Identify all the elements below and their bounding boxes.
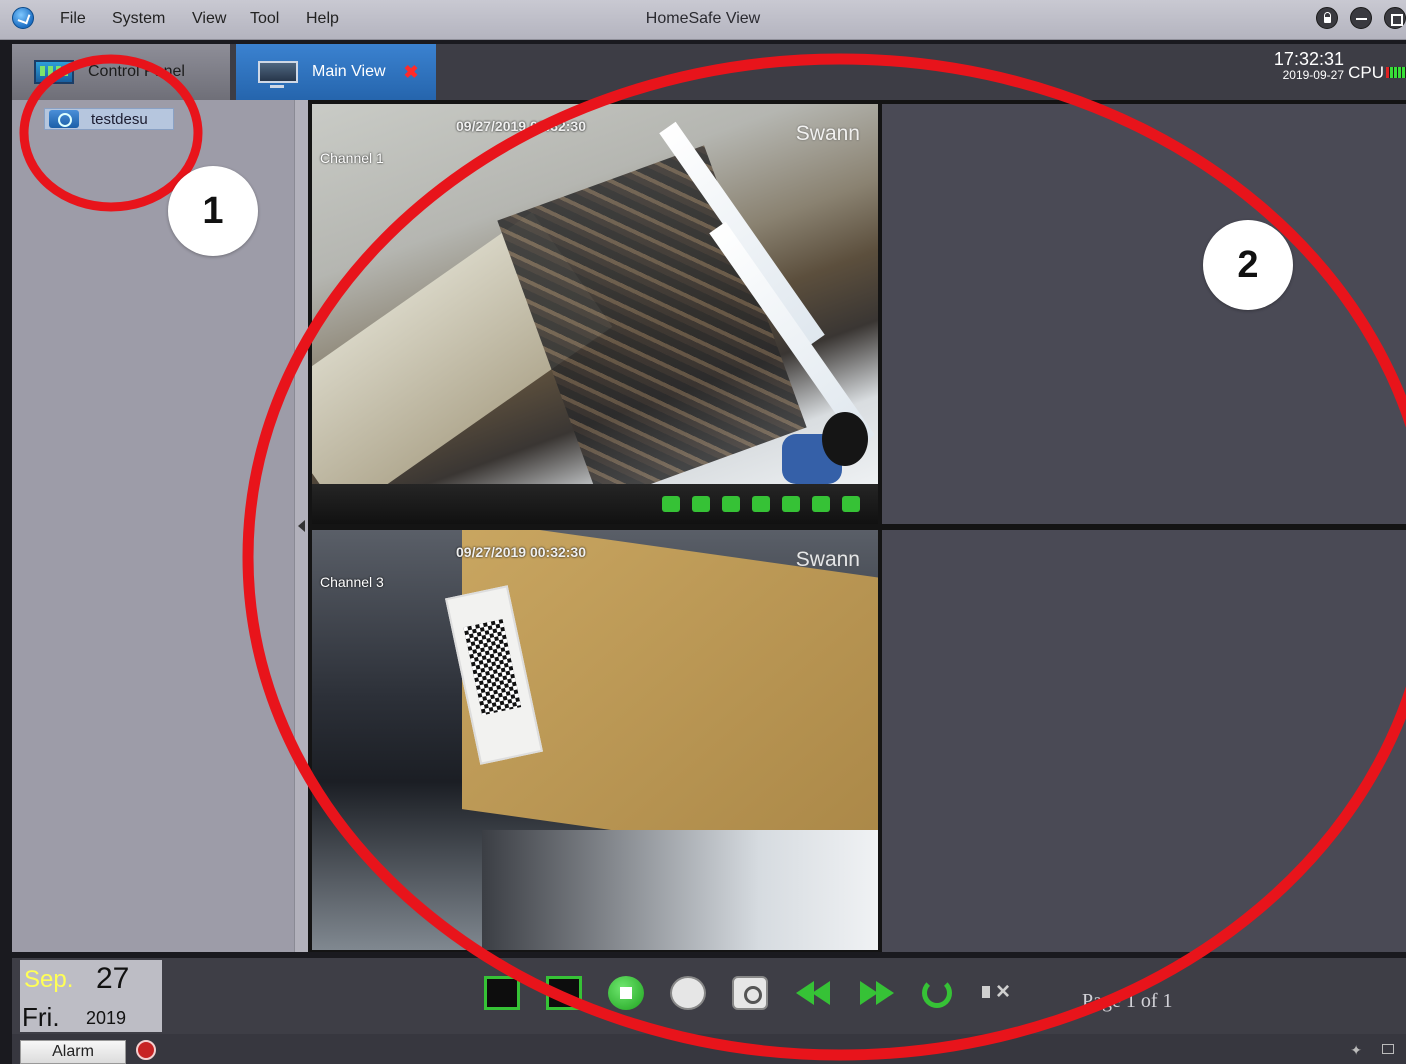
playback-bar: Sep. 27 Fri. 2019 Page 1 of 1 (12, 958, 1406, 1034)
snapshot-all-icon[interactable] (732, 976, 768, 1010)
device-tree-item[interactable]: testdesu (44, 108, 174, 130)
tab-main-view-label: Main View (312, 63, 386, 80)
date-widget: Sep. 27 Fri. 2019 (20, 960, 162, 1032)
channel-3-label: Channel 3 (320, 574, 384, 590)
zoom-icon[interactable] (782, 496, 800, 512)
single-screen-icon[interactable] (546, 976, 582, 1010)
cpu-label: CPU (1348, 63, 1384, 82)
snapshot-icon[interactable] (662, 496, 680, 512)
page-indicator: Page 1 of 1 (1082, 990, 1173, 1012)
app-logo-icon[interactable] (12, 7, 34, 29)
maximize-icon[interactable] (1384, 7, 1406, 29)
annotation-badge-2: 2 (1203, 220, 1293, 310)
menu-tool[interactable]: Tool (250, 10, 279, 28)
annotation-badge-1: 1 (168, 166, 258, 256)
tab-control-panel[interactable]: Control Panel (12, 44, 230, 100)
title-bar: File System View Tool Help HomeSafe View (0, 0, 1406, 40)
channel-1-label: Channel 1 (320, 150, 384, 166)
clock: 17:32:31 2019-09-27 (1274, 50, 1344, 81)
next-page-icon[interactable] (858, 976, 896, 1010)
record-all-icon[interactable] (670, 976, 706, 1010)
date-year: 2019 (86, 1008, 127, 1028)
device-name: testdesu (91, 110, 148, 128)
alarm-button[interactable]: Alarm (20, 1040, 126, 1064)
mute-icon[interactable] (842, 496, 860, 512)
camera-feed-channel-3: 09/27/2019 00:32:30 Channel 3 Swann (312, 530, 878, 950)
minimize-icon[interactable] (1350, 7, 1372, 29)
menu-file[interactable]: File (60, 10, 86, 28)
panel-splitter[interactable] (294, 100, 308, 952)
dvr-device-icon (49, 110, 79, 128)
alarm-status-icon[interactable] (136, 1040, 156, 1060)
channel-3-timestamp: 09/27/2019 00:32:30 (456, 544, 586, 560)
ptz-icon[interactable] (812, 496, 830, 512)
cpu-meter (1386, 67, 1406, 78)
collapse-arrow-icon[interactable] (298, 520, 305, 532)
status-bar: Alarm ✦ (12, 1034, 1406, 1064)
restore-icon[interactable] (1382, 1044, 1394, 1054)
record-icon[interactable] (692, 496, 710, 512)
tab-main-view[interactable]: Main View ✖ (236, 44, 436, 100)
date-weekday: Fri. (22, 1002, 60, 1032)
menu-help[interactable]: Help (306, 10, 339, 28)
tab-control-panel-label: Control Panel (88, 63, 185, 80)
close-tab-icon[interactable]: ✖ (404, 62, 419, 83)
menu-system[interactable]: System (112, 10, 165, 28)
channel-1-toolbar (312, 484, 878, 524)
date-day: 27 (96, 962, 130, 995)
monitor-icon (258, 61, 298, 88)
video-cell-empty-4[interactable] (882, 530, 1406, 952)
person-icon[interactable] (722, 496, 740, 512)
app-window: File System View Tool Help HomeSafe View… (0, 0, 1406, 1064)
pin-icon[interactable]: ✦ (1350, 1042, 1362, 1059)
video-cell-empty-2[interactable] (882, 104, 1406, 524)
clock-date: 2019-09-27 (1282, 68, 1344, 82)
channel-1-timestamp: 09/27/2019 00:32:30 (456, 118, 586, 134)
channel-1-brand-watermark: Swann (795, 122, 860, 145)
control-panel-icon (34, 60, 74, 84)
video-cell-channel-3[interactable]: 09/27/2019 00:32:30 Channel 3 Swann (312, 530, 878, 950)
clock-time: 17:32:31 (1273, 49, 1344, 69)
lock-icon[interactable] (1316, 7, 1338, 29)
stop-all-icon[interactable] (608, 976, 644, 1010)
channel-3-brand-watermark: Swann (795, 548, 860, 571)
mute-all-icon[interactable] (978, 976, 1014, 1010)
multi-screen-icon[interactable] (484, 976, 520, 1010)
playback-controls (484, 976, 1014, 1010)
video-cell-channel-1[interactable]: 09/27/2019 00:32:30 Channel 1 Swann (312, 104, 878, 524)
refresh-icon[interactable] (922, 978, 952, 1008)
camera-feed-channel-1: 09/27/2019 00:32:30 Channel 1 Swann (312, 104, 878, 484)
previous-page-icon[interactable] (794, 976, 832, 1010)
tab-bar: Control Panel Main View ✖ 17:32:31 2019-… (12, 44, 1406, 100)
date-month: Sep. (24, 966, 74, 993)
stop-icon[interactable] (752, 496, 770, 512)
menu-view[interactable]: View (192, 10, 226, 28)
